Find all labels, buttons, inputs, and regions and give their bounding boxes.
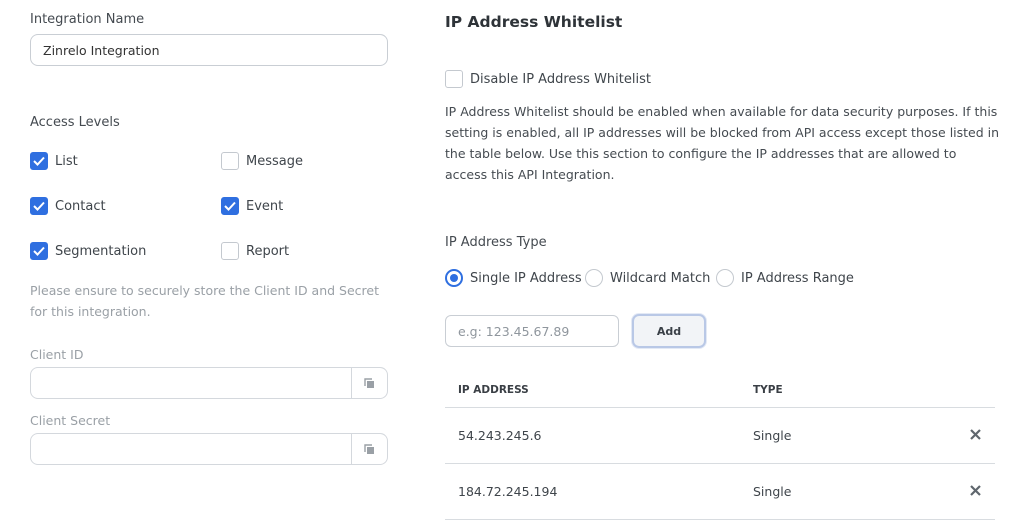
disable-whitelist-label: Disable IP Address Whitelist xyxy=(470,71,651,87)
client-secret-field xyxy=(30,433,388,465)
ip-type-single[interactable]: Single IP Address xyxy=(445,269,582,287)
access-level-message[interactable]: Message xyxy=(221,152,303,170)
ip-address-cell: 54.243.245.6 xyxy=(445,407,740,464)
client-secret-label: Client Secret xyxy=(30,413,111,428)
single-ip-label: Single IP Address xyxy=(470,270,582,286)
access-level-report[interactable]: Report xyxy=(221,242,289,260)
report-checkbox[interactable] xyxy=(221,242,239,260)
message-label: Message xyxy=(246,153,303,169)
wildcard-label: Wildcard Match xyxy=(610,270,711,286)
list-checkbox[interactable] xyxy=(30,152,48,170)
type-cell: Single xyxy=(740,463,940,520)
ip-range-radio[interactable] xyxy=(716,269,734,287)
message-checkbox[interactable] xyxy=(221,152,239,170)
check-icon xyxy=(33,156,45,166)
client-secret-value[interactable] xyxy=(31,434,351,464)
copy-icon xyxy=(364,377,374,388)
single-ip-radio[interactable] xyxy=(445,269,463,287)
client-id-copy-button[interactable] xyxy=(351,368,387,398)
ip-type-label: IP Address Type xyxy=(445,235,547,250)
client-secret-copy-button[interactable] xyxy=(351,434,387,464)
ip-type-wildcard[interactable]: Wildcard Match xyxy=(585,269,710,287)
add-ip-button[interactable]: Add xyxy=(632,314,706,348)
ip-table: IP ADDRESS TYPE 54.243.245.6 Single 184.… xyxy=(445,373,995,520)
check-icon xyxy=(33,246,45,256)
contact-label: Contact xyxy=(55,198,106,214)
type-cell: Single xyxy=(740,407,940,464)
event-label: Event xyxy=(246,198,284,214)
access-level-contact[interactable]: Contact xyxy=(30,197,106,215)
disable-whitelist-checkbox[interactable] xyxy=(445,70,463,88)
report-label: Report xyxy=(246,243,290,259)
close-icon[interactable] xyxy=(970,428,981,443)
access-levels-title: Access Levels xyxy=(30,115,120,130)
ip-address-column-header: IP ADDRESS xyxy=(445,373,740,408)
table-row: 184.72.245.194 Single xyxy=(445,463,995,520)
whitelist-description: IP Address Whitelist should be enabled w… xyxy=(445,104,1000,182)
copy-icon xyxy=(364,443,374,454)
integration-name-input[interactable] xyxy=(30,34,388,66)
type-column-header: TYPE xyxy=(740,373,940,408)
access-level-event[interactable]: Event xyxy=(221,197,283,215)
access-level-segmentation[interactable]: Segmentation xyxy=(30,242,146,260)
integration-name-label: Integration Name xyxy=(30,12,145,27)
event-checkbox[interactable] xyxy=(221,197,239,215)
check-icon xyxy=(33,201,45,211)
ip-range-label: IP Address Range xyxy=(741,270,854,286)
access-level-list[interactable]: List xyxy=(30,152,78,170)
client-id-field xyxy=(30,367,388,399)
client-id-value[interactable] xyxy=(31,368,351,398)
wildcard-radio[interactable] xyxy=(585,269,603,287)
ip-type-range[interactable]: IP Address Range xyxy=(716,269,854,287)
table-header-row: IP ADDRESS TYPE xyxy=(445,373,995,408)
segmentation-checkbox[interactable] xyxy=(30,242,48,260)
list-label: List xyxy=(55,153,78,169)
ip-address-input[interactable] xyxy=(445,315,619,347)
whitelist-title: IP Address Whitelist xyxy=(445,13,623,31)
close-icon[interactable] xyxy=(970,484,981,499)
contact-checkbox[interactable] xyxy=(30,197,48,215)
client-id-label: Client ID xyxy=(30,347,84,362)
ip-address-cell: 184.72.245.194 xyxy=(445,463,740,520)
disable-whitelist-option[interactable]: Disable IP Address Whitelist xyxy=(445,70,651,88)
table-row: 54.243.245.6 Single xyxy=(445,407,995,464)
check-icon xyxy=(224,201,236,211)
secure-storage-note: Please ensure to securely store the Clie… xyxy=(30,283,379,319)
segmentation-label: Segmentation xyxy=(55,243,147,259)
actions-column-header xyxy=(940,373,995,408)
